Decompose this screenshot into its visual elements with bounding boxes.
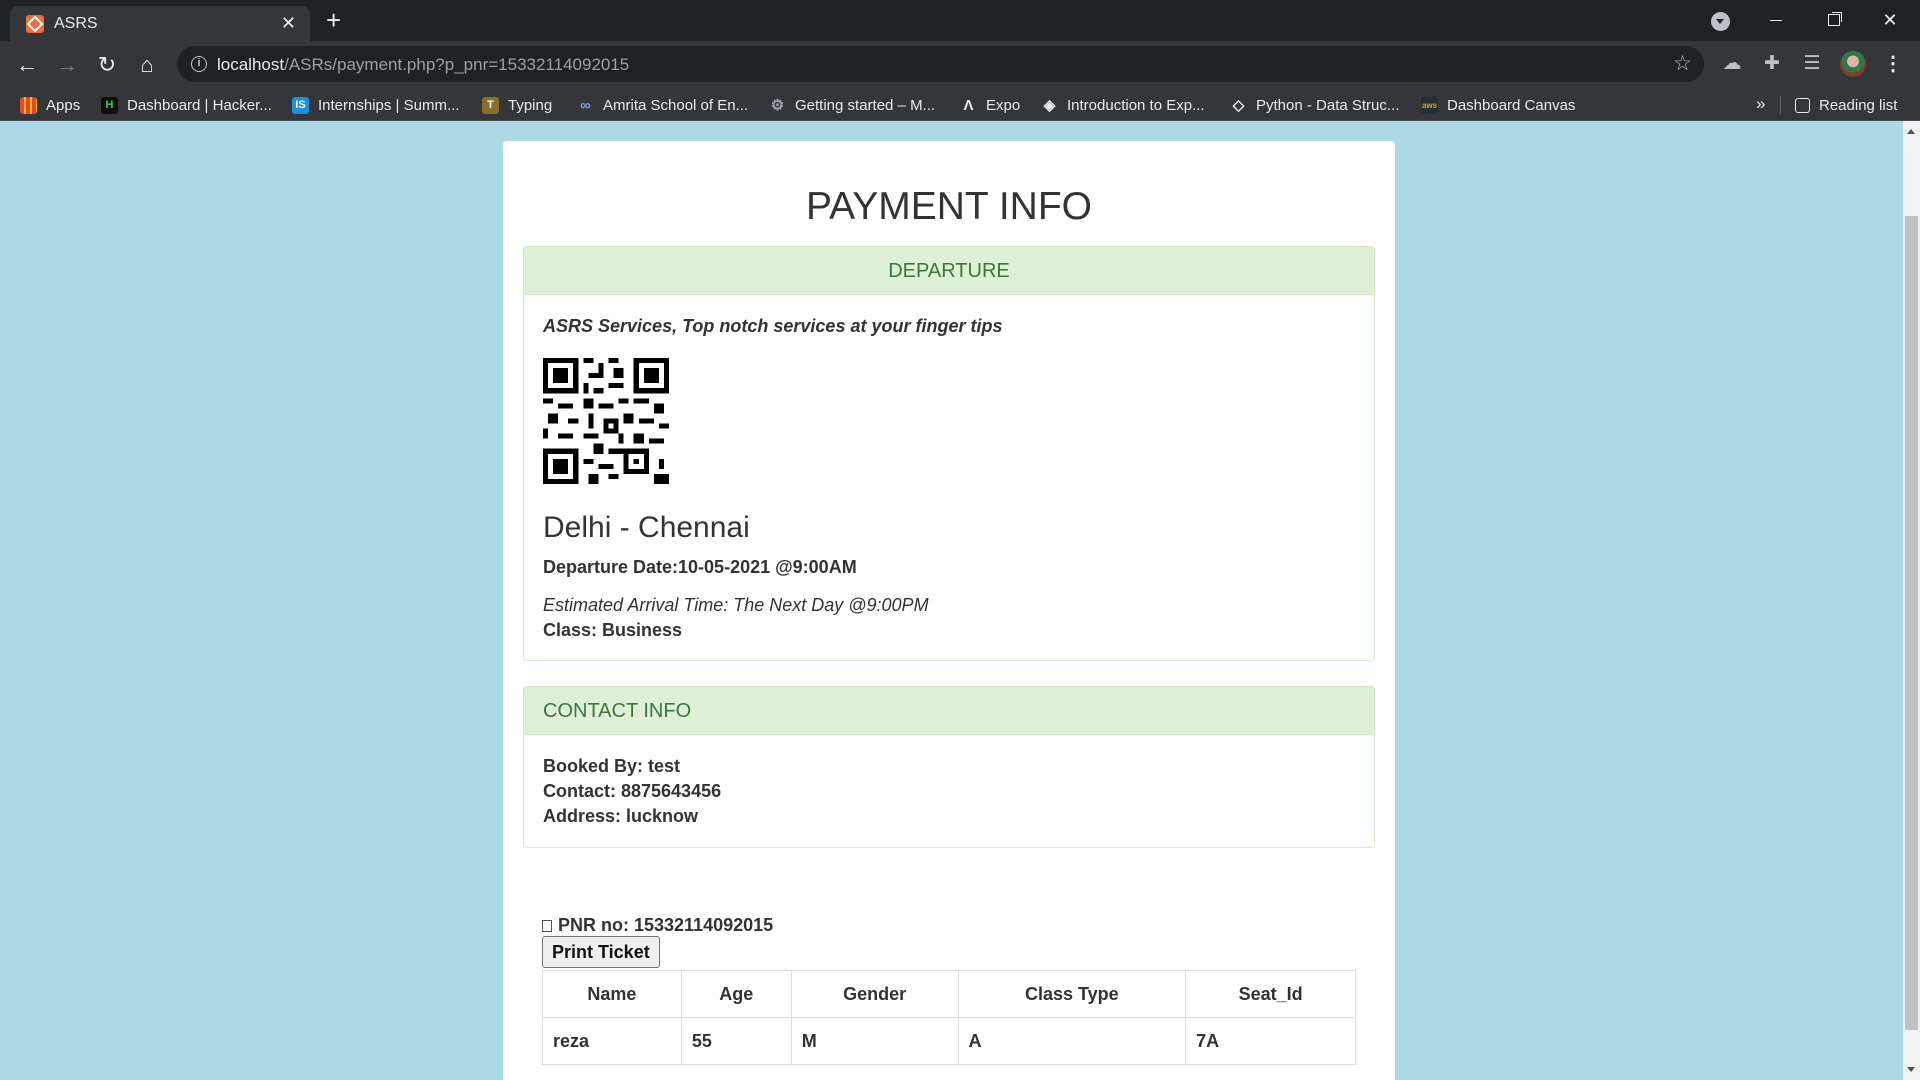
pnr-number: PNR no: 15332114092015 xyxy=(558,915,774,935)
bookmark-label: Getting started – M... xyxy=(795,96,936,114)
extension-icon[interactable]: ☁ xyxy=(1719,51,1745,77)
url-path: /ASRs/payment.php?p_pnr=15332114092015 xyxy=(284,55,630,74)
python-ds-icon: ◇ xyxy=(1232,96,1245,114)
expo-icon: Λ xyxy=(963,96,974,114)
col-header-class-type: Class Type xyxy=(957,970,1187,1018)
home-icon[interactable]: ⌂ xyxy=(132,50,162,80)
pnr-line: PNR no: 15332114092015 xyxy=(542,915,773,936)
xampp-favicon-icon xyxy=(26,15,44,33)
tab-title: ASRS xyxy=(54,15,98,32)
address-bar[interactable]: i localhost/ASRs/payment.php?p_pnr=15332… xyxy=(177,46,1704,82)
typing-icon: T xyxy=(482,96,499,114)
minimize-icon[interactable] xyxy=(1754,6,1798,34)
bookmark-label: Python - Data Struc... xyxy=(1256,96,1400,114)
restore-icon[interactable] xyxy=(1811,6,1855,34)
payment-card: PAYMENT INFO DEPARTURE ASRS Services, To… xyxy=(503,141,1395,1080)
page-title: PAYMENT INFO xyxy=(805,185,1093,228)
cell-gender: M xyxy=(790,1017,959,1065)
scroll-up-icon[interactable] xyxy=(1907,129,1915,134)
print-ticket-button[interactable]: Print Ticket xyxy=(542,936,660,968)
aws-canvas-icon: aws xyxy=(1421,96,1438,114)
bookmark-expo[interactable]: Λ Expo xyxy=(960,94,1020,116)
bookmark-label: Typing xyxy=(508,96,553,114)
bookmarks-bar: Apps H Dashboard | Hacker... IS Internsh… xyxy=(0,88,1920,121)
bookmark-label: Introduction to Exp... xyxy=(1067,96,1205,114)
broken-glyph-icon xyxy=(542,919,552,932)
reading-list-button[interactable]: Reading list xyxy=(1795,94,1897,116)
mdn-icon: ⚙ xyxy=(770,96,785,114)
more-bookmarks-icon[interactable]: » xyxy=(1756,94,1765,114)
bookmark-hackerrank[interactable]: H Dashboard | Hacker... xyxy=(101,94,272,116)
departure-heading: DEPARTURE xyxy=(524,247,1374,295)
back-icon[interactable]: ← xyxy=(12,50,42,80)
bookmarks-divider xyxy=(1780,96,1781,114)
bookmark-label: Expo xyxy=(986,96,1021,114)
more-menu-icon[interactable]: ⋮ xyxy=(1880,51,1906,77)
table-header-row: Name Age Gender Class Type Seat_Id xyxy=(542,970,1356,1018)
booked-by: Booked By: test xyxy=(543,756,681,776)
bookmark-label: Dashboard | Hacker... xyxy=(127,96,272,114)
forward-icon[interactable]: → xyxy=(52,50,82,80)
cell-age: 55 xyxy=(680,1017,792,1065)
qr-code-icon xyxy=(543,358,669,484)
bookmark-mdn[interactable]: ⚙ Getting started – M... xyxy=(769,94,935,116)
page-scrollbar[interactable] xyxy=(1903,121,1920,1080)
media-playlist-icon[interactable]: ☰ xyxy=(1799,51,1825,77)
tab-asrs[interactable]: ASRS ✕ xyxy=(10,6,310,41)
bookmark-dashboard-canvas[interactable]: aws Dashboard Canvas xyxy=(1421,94,1575,116)
reading-list-label: Reading list xyxy=(1819,96,1898,114)
page-viewport: PAYMENT INFO DEPARTURE ASRS Services, To… xyxy=(0,121,1903,1080)
reload-icon[interactable]: ↻ xyxy=(92,50,122,80)
puzzle-extensions-icon[interactable]: ✚ xyxy=(1759,51,1785,77)
estimated-arrival: Estimated Arrival Time: The Next Day @9:… xyxy=(543,595,929,615)
bookmark-internshala[interactable]: IS Internships | Summ... xyxy=(292,94,459,116)
bookmark-star-icon[interactable]: ☆ xyxy=(1673,51,1692,76)
bookmark-python-ds[interactable]: ◇ Python - Data Struc... xyxy=(1230,94,1400,116)
tab-search-icon[interactable] xyxy=(1711,12,1730,31)
bookmark-label: Internships | Summ... xyxy=(318,96,460,114)
scroll-thumb[interactable] xyxy=(1905,216,1918,1030)
passenger-table: Name Age Gender Class Type Seat_Id reza … xyxy=(542,970,1356,1065)
bookmark-typing[interactable]: T Typing xyxy=(482,94,552,116)
col-header-age: Age xyxy=(680,970,792,1018)
col-header-seat-id: Seat_Id xyxy=(1185,970,1356,1018)
amrita-icon: ∞ xyxy=(580,96,591,114)
bookmark-label: Apps xyxy=(46,96,81,114)
table-row: reza 55 M A 7A xyxy=(542,1017,1356,1065)
reading-list-icon xyxy=(1795,97,1810,113)
contact-heading: CONTACT INFO xyxy=(524,687,1374,735)
contact-panel: CONTACT INFO Booked By: test Contact: 88… xyxy=(523,686,1375,848)
bookmark-amrita[interactable]: ∞ Amrita School of En... xyxy=(577,94,748,116)
url-host: localhost xyxy=(217,55,285,74)
hackerrank-icon: H xyxy=(101,96,118,114)
new-tab-icon[interactable]: + xyxy=(326,7,341,33)
url-text[interactable]: localhost/ASRs/payment.php?p_pnr=1533211… xyxy=(217,55,629,75)
contact-number: Contact: 8875643456 xyxy=(543,781,722,801)
scroll-down-icon[interactable] xyxy=(1907,1067,1915,1072)
cell-seat-id: 7A xyxy=(1185,1017,1356,1065)
close-tab-icon[interactable]: ✕ xyxy=(281,14,296,32)
cell-class-type: A xyxy=(957,1017,1187,1065)
bookmark-label: Amrita School of En... xyxy=(603,96,749,114)
tagline: ASRS Services, Top notch services at you… xyxy=(543,316,1003,336)
profile-avatar[interactable] xyxy=(1840,51,1866,77)
window-close-icon[interactable]: ✕ xyxy=(1868,6,1912,34)
bookmark-intro-express[interactable]: ◈ Introduction to Exp... xyxy=(1041,94,1205,116)
route-title: Delhi - Chennai xyxy=(543,511,750,544)
col-header-gender: Gender xyxy=(790,970,959,1018)
internshala-icon: IS xyxy=(292,96,309,114)
cell-name: reza xyxy=(542,1017,682,1065)
bookmark-label: Dashboard Canvas xyxy=(1447,96,1576,114)
address: Address: lucknow xyxy=(543,806,699,826)
tab-strip: ASRS ✕ + ✕ xyxy=(0,0,1920,41)
browser-toolbar: ← → ↻ ⌂ i localhost/ASRs/payment.php?p_p… xyxy=(0,41,1920,88)
departure-date: Departure Date:10-05-2021 @9:00AM xyxy=(543,557,857,577)
departure-panel: DEPARTURE ASRS Services, Top notch servi… xyxy=(523,246,1375,661)
travel-class: Class: Business xyxy=(543,620,683,640)
apps-grid-icon xyxy=(20,96,37,114)
bookmark-apps[interactable]: Apps xyxy=(20,94,80,116)
col-header-name: Name xyxy=(542,970,682,1018)
intro-express-icon: ◈ xyxy=(1043,96,1056,114)
site-info-icon[interactable]: i xyxy=(191,56,207,72)
